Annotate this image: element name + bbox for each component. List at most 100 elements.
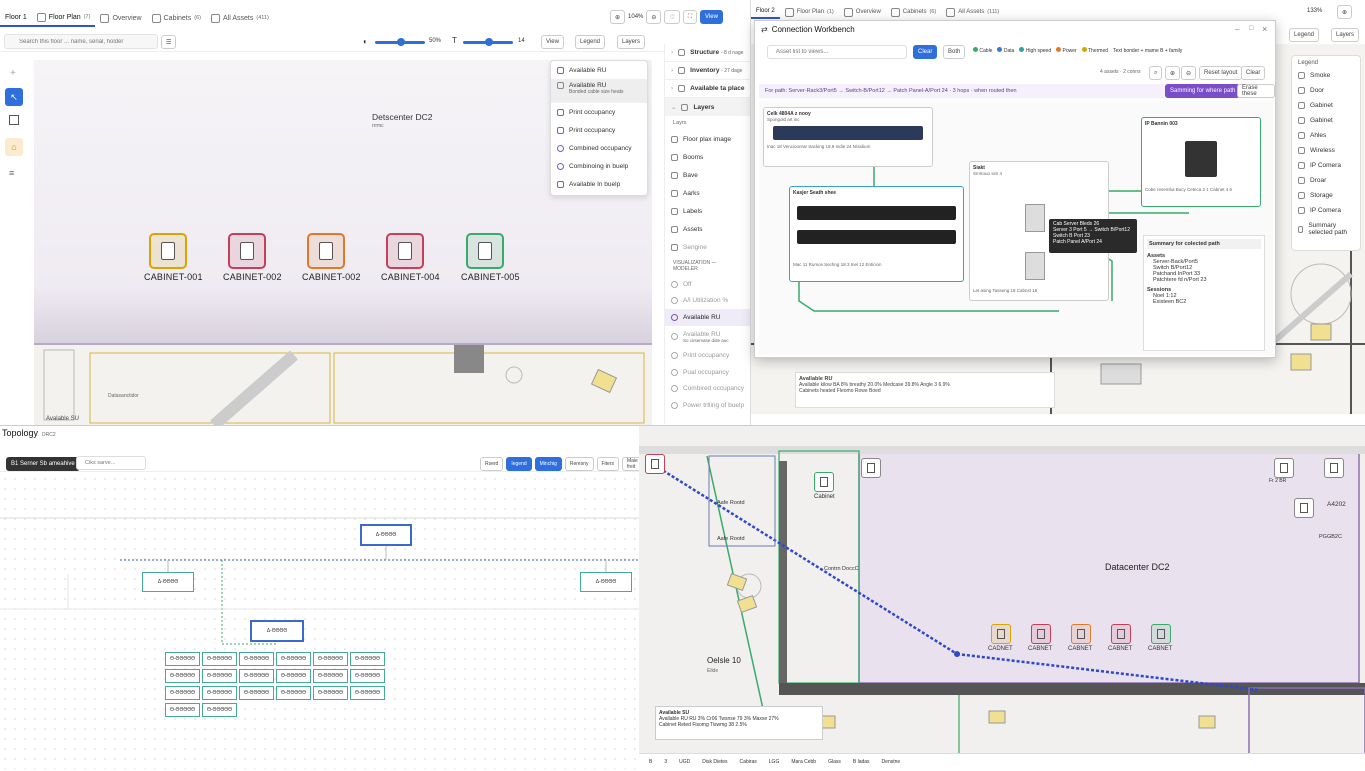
viz-item[interactable]: Power trtling of buelp — [665, 397, 750, 414]
legend-button[interactable]: Iegend — [506, 457, 532, 471]
layers-header[interactable]: ⌄ Layers — [665, 98, 750, 116]
both-chip[interactable]: Both — [943, 45, 966, 59]
legend-toggle[interactable]: Legend — [575, 35, 606, 49]
bottom-tool[interactable]: Glass — [828, 759, 841, 765]
reset-layout-button[interactable]: Reset layout — [1199, 66, 1243, 80]
search-icon[interactable]: ⌕ — [1149, 66, 1163, 80]
zoom-out-button[interactable]: ⊖ — [646, 10, 662, 24]
menu-item[interactable]: Combinoing in buelp — [551, 157, 647, 175]
zoom-in-button[interactable]: ⊕ — [610, 10, 626, 24]
cabinet-marker[interactable] — [1151, 624, 1171, 644]
leaf-node[interactable]: Θ-ΘΘΘΘΘ — [202, 652, 237, 666]
restore-icon[interactable]: □ — [1249, 25, 1253, 32]
leaf-node[interactable]: Θ-ΘΘΘΘΘ — [165, 652, 200, 666]
clear-chip[interactable]: Clear — [913, 45, 938, 59]
overview-tab[interactable]: Overview — [95, 9, 146, 27]
available-item[interactable]: › Available ta place — [665, 80, 750, 98]
menu-item[interactable]: Combined occupancy — [551, 139, 647, 157]
layer-item[interactable]: Sengine — [665, 238, 750, 256]
floor-plan-tab[interactable]: Floor Plan (7) — [31, 9, 96, 27]
select-tool-icon[interactable]: ↖ — [5, 88, 23, 106]
zoom-in-icon[interactable]: ⊕ — [1165, 66, 1181, 80]
overview-tab[interactable]: Overview — [839, 5, 886, 19]
branch-node[interactable]: Δ-ΘΘΘΘ — [142, 572, 194, 592]
zoom-out-icon[interactable]: ⊖ — [1181, 66, 1197, 80]
leaf-node[interactable]: Θ-ΘΘΘΘΘ — [165, 703, 200, 717]
recency-button[interactable]: Reresny — [564, 457, 594, 471]
leaf-node[interactable]: Θ-ΘΘΘΘΘ — [239, 652, 274, 666]
layer-item[interactable]: Assets — [665, 220, 750, 238]
close-icon[interactable]: × — [1262, 24, 1267, 34]
highspeed-filter[interactable]: High speed — [1019, 47, 1051, 54]
cabinets-tab[interactable]: Cabinets (6) — [147, 9, 206, 27]
leaf-node[interactable]: Θ-ΘΘΘΘΘ — [313, 686, 348, 700]
bottom-tool[interactable]: 3 — [664, 759, 667, 765]
node-marker[interactable] — [1324, 458, 1344, 478]
cabinets-tab[interactable]: Cabinets (6) — [886, 5, 941, 19]
leaf-node[interactable]: Θ-ΘΘΘΘΘ — [276, 686, 311, 700]
menu-item[interactable]: Available In buelp — [551, 175, 647, 193]
leaf-node[interactable]: Θ-ΘΘΘΘΘ — [350, 686, 385, 700]
viz-item[interactable]: Pual occupancy — [665, 364, 750, 381]
bottom-tool[interactable]: Disk Dietes — [702, 759, 727, 765]
add-tool-icon[interactable]: + — [10, 68, 16, 79]
all-assets-tab[interactable]: All Assets (111) — [941, 5, 1004, 19]
menu-item[interactable]: Available RU — [551, 61, 647, 79]
topology-search-input[interactable] — [76, 456, 146, 470]
text-size-slider[interactable] — [463, 38, 513, 46]
cabinet-marker[interactable] — [466, 233, 504, 269]
layers-toggle[interactable]: Layers — [617, 35, 646, 49]
all-assets-tab[interactable]: All Assets (411) — [206, 9, 274, 27]
viz-item[interactable]: Available RU So cirsemase dide auc — [665, 326, 750, 348]
leaf-node[interactable]: Θ-ΘΘΘΘΘ — [350, 652, 385, 666]
menu-item-selected[interactable]: Available RU Bonded cable size heats — [551, 79, 647, 103]
cabinet-marker[interactable] — [1031, 624, 1051, 644]
leaf-node[interactable]: Θ-ΘΘΘΘΘ — [350, 669, 385, 683]
cabinet-marker[interactable] — [1111, 624, 1131, 644]
zoom-button[interactable]: ⊕ — [1337, 5, 1353, 19]
layer-item[interactable]: Booms — [665, 148, 750, 166]
cabinet-marker[interactable] — [228, 233, 266, 269]
source-marker[interactable] — [645, 454, 665, 474]
structure-item[interactable]: › Structure - 8 d nage — [665, 44, 750, 62]
leaf-node[interactable]: Θ-ΘΘΘΘΘ — [202, 686, 237, 700]
cabinet-marker[interactable] — [307, 233, 345, 269]
leaf-node[interactable]: Θ-ΘΘΘΘΘ — [239, 686, 274, 700]
cabinet-marker[interactable] — [991, 624, 1011, 644]
filters-button[interactable]: Fiters — [596, 457, 619, 471]
heart-icon[interactable]: ♡ — [664, 10, 680, 24]
leaf-node[interactable]: Θ-ΘΘΘΘΘ — [276, 669, 311, 683]
viz-item[interactable]: Print occupancy — [665, 348, 750, 365]
viz-item[interactable]: A/l Utilization % — [665, 293, 750, 310]
clear-button[interactable]: Clear — [1241, 66, 1266, 80]
floor-tab[interactable]: Floor 1 — [0, 9, 32, 27]
leaf-node[interactable]: Θ-ΘΘΘΘΘ — [239, 669, 274, 683]
leaf-node[interactable]: Θ-ΘΘΘΘΘ — [313, 669, 348, 683]
cabinet-marker[interactable] — [149, 233, 187, 269]
leaf-node[interactable]: Θ-ΘΘΘΘΘ — [313, 652, 348, 666]
filter-button[interactable]: ☰ — [161, 35, 177, 49]
floor-plan-tab[interactable]: Floor Plan (1) — [780, 5, 839, 19]
opacity-slider[interactable] — [375, 38, 425, 46]
list-tool-icon[interactable]: ≡ — [9, 168, 14, 178]
erase-button[interactable]: Erase these — [1237, 84, 1275, 98]
view-button[interactable]: View — [700, 10, 723, 24]
leaf-node[interactable]: Θ-ΘΘΘΘΘ — [165, 669, 200, 683]
bottom-tool[interactable]: B ladas — [853, 759, 870, 765]
camera-marker[interactable] — [861, 458, 881, 478]
root-node[interactable]: Δ-ΘΘΘΘ — [360, 524, 412, 546]
bottom-tool[interactable]: LGG — [769, 759, 780, 765]
wifi-marker[interactable] — [1274, 458, 1294, 478]
workbench-canvas[interactable]: Celk 4804A z nooy Spongold art inc Inac … — [759, 101, 1273, 355]
asset-card-switch[interactable]: Celk 4804A z nooy Spongold art inc Inac … — [763, 107, 933, 167]
floor-tab[interactable]: Floor 2 — [751, 5, 780, 19]
layer-item[interactable]: Bave — [665, 166, 750, 184]
server-chip[interactable]: B1 Serner Sb ameahive — [6, 457, 80, 471]
layer-item[interactable]: Floor plax image — [665, 130, 750, 148]
cable-filter[interactable]: Cable — [973, 47, 992, 54]
bottom-tool[interactable]: Mara Cebb — [791, 759, 816, 765]
cabinet-marker[interactable] — [386, 233, 424, 269]
view-toggle[interactable]: View — [541, 35, 564, 49]
menu-item[interactable]: Print occupancy — [551, 103, 647, 121]
leaf-node[interactable]: Θ-ΘΘΘΘΘ — [202, 669, 237, 683]
